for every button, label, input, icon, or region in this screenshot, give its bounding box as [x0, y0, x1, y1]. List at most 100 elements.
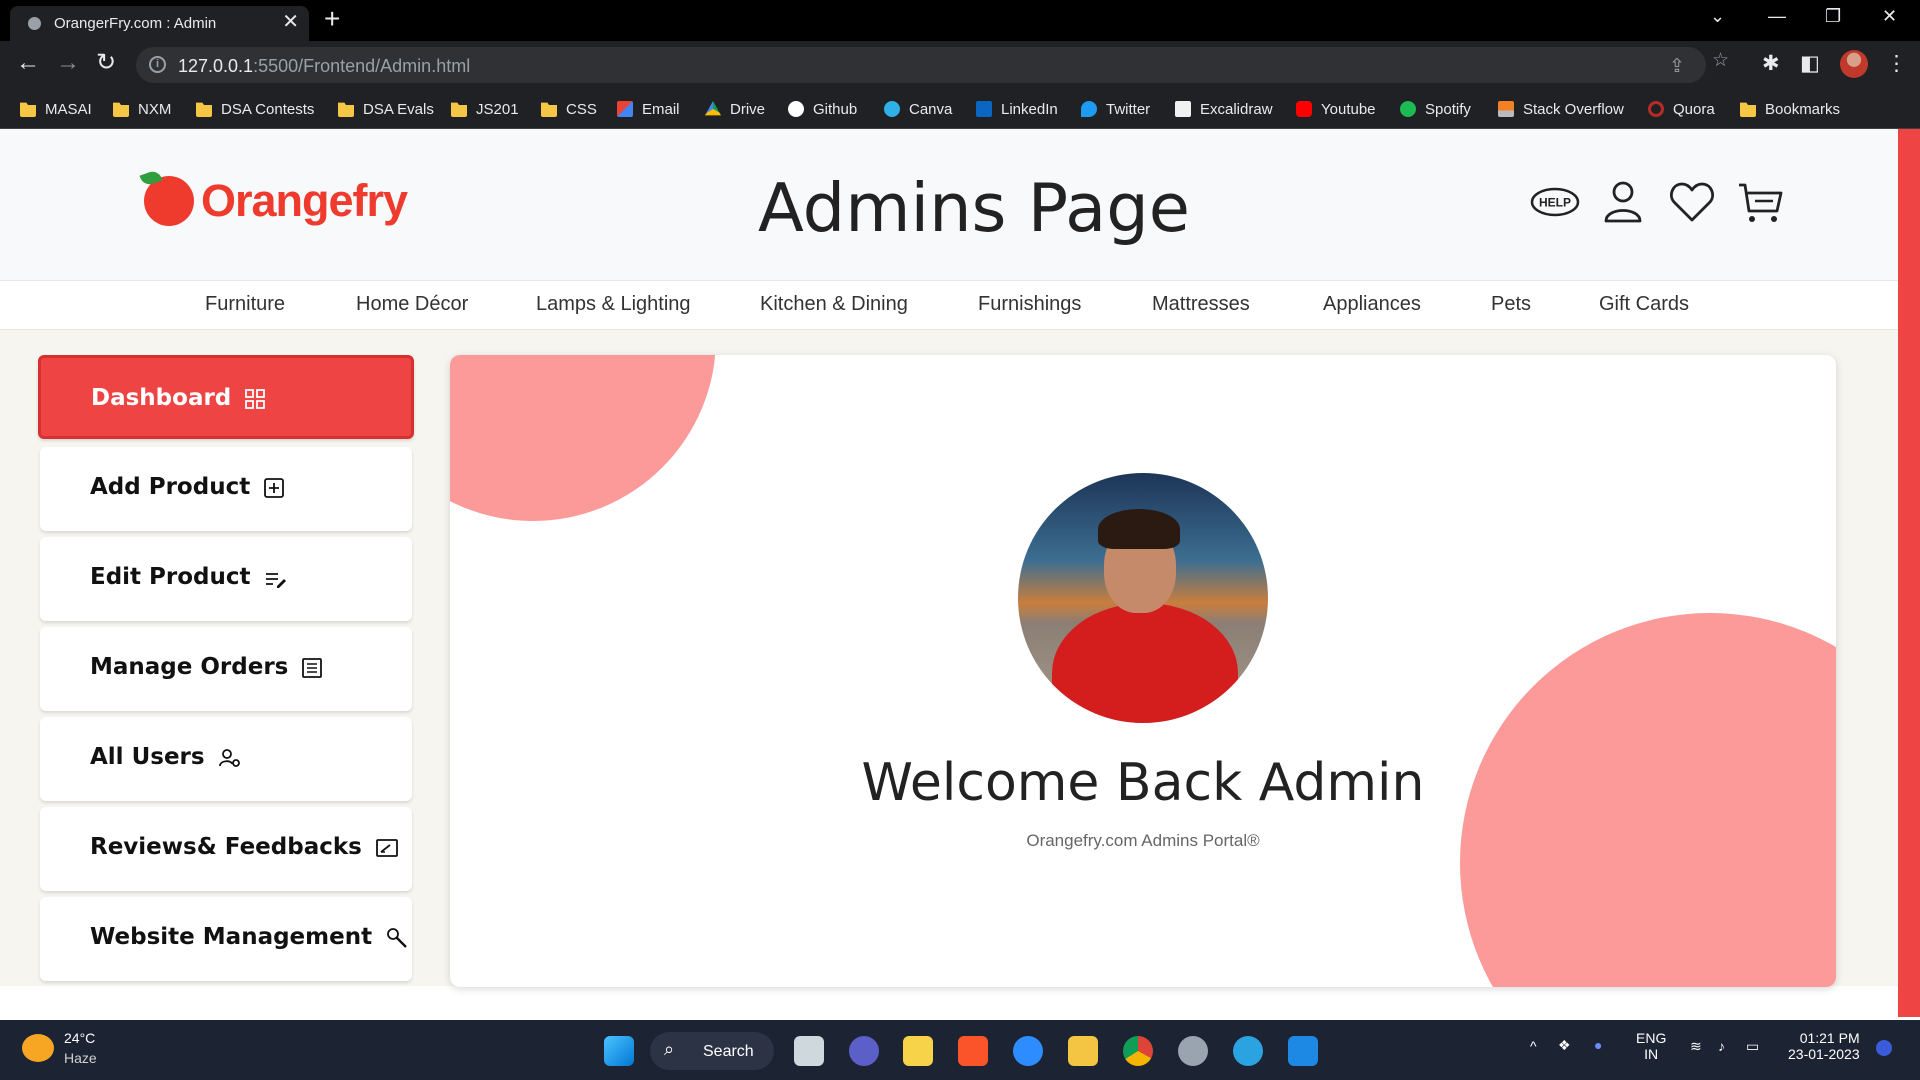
help-label: HELP — [1539, 196, 1571, 210]
volume-icon[interactable]: ♪ — [1718, 1038, 1725, 1054]
sidebar-item-edit-product[interactable]: Edit Product — [40, 537, 412, 621]
nav-kitchen-dining[interactable]: Kitchen & Dining — [760, 293, 908, 316]
tab-title: OrangerFry.com : Admin — [54, 15, 217, 32]
share-icon[interactable]: ⇪ — [1669, 55, 1685, 78]
weather-icon[interactable] — [22, 1034, 54, 1062]
avatar-hair — [1098, 509, 1180, 549]
tray-overflow-icon[interactable]: ^ — [1530, 1038, 1537, 1054]
extensions-icon[interactable]: ✱ — [1762, 51, 1780, 76]
notification-icon[interactable] — [1876, 1040, 1892, 1056]
bookmark-star-icon[interactable]: ☆ — [1712, 49, 1729, 72]
minimize-button[interactable]: — — [1768, 6, 1786, 27]
forward-button[interactable]: → — [56, 51, 80, 75]
close-window-button[interactable]: ✕ — [1882, 6, 1897, 27]
sidebar-item-all-users[interactable]: All Users — [40, 717, 412, 801]
language-indicator[interactable]: ENG IN — [1636, 1030, 1666, 1062]
nav-home-decor[interactable]: Home Décor — [356, 293, 468, 316]
sidebar-item-manage-orders[interactable]: Manage Orders — [40, 627, 412, 711]
address-bar[interactable]: i 127.0.0.1:5500/Frontend/Admin.html ⇪ — [136, 47, 1706, 83]
bookmark-masai[interactable]: MASAI — [20, 98, 92, 120]
bookmark-dsa-evals[interactable]: DSA Evals — [338, 98, 434, 120]
clock[interactable]: 01:21 PM 23-01-2023 — [1788, 1030, 1860, 1062]
sidebar-item-label: Add Product — [90, 474, 251, 500]
bookmark-js201[interactable]: JS201 — [451, 98, 519, 120]
back-button[interactable]: ← — [16, 51, 40, 75]
bookmark-youtube[interactable]: Youtube — [1296, 98, 1376, 120]
browser-tab[interactable]: OrangerFry.com : Admin ✕ — [10, 6, 309, 41]
nav-furnishings[interactable]: Furnishings — [978, 293, 1081, 316]
new-tab-button[interactable]: + — [324, 5, 340, 33]
task-view-icon[interactable] — [794, 1036, 824, 1066]
bookmark-css[interactable]: CSS — [541, 98, 597, 120]
settings-gear-icon[interactable] — [1178, 1036, 1208, 1066]
close-tab-icon[interactable]: ✕ — [282, 12, 299, 32]
sidebar-item-website-management[interactable]: Website Management — [40, 897, 412, 981]
list-icon — [302, 657, 323, 678]
sticky-notes-icon[interactable] — [903, 1036, 933, 1066]
nav-appliances[interactable]: Appliances — [1323, 293, 1421, 316]
weather-temperature[interactable]: 24°C — [64, 1030, 95, 1046]
dropbox-icon[interactable]: ❖ — [1558, 1037, 1571, 1054]
bookmark-excalidraw[interactable]: Excalidraw — [1175, 98, 1273, 120]
url-text[interactable]: 127.0.0.1:5500/Frontend/Admin.html — [178, 56, 470, 77]
bookmark-linkedin[interactable]: LinkedIn — [976, 98, 1058, 120]
bookmark-nxm[interactable]: NXM — [113, 98, 171, 120]
bookmark-drive[interactable]: Drive — [705, 98, 765, 120]
sidebar-item-add-product[interactable]: Add Product — [40, 447, 412, 531]
bookmark-dsa-contests[interactable]: DSA Contests — [196, 98, 314, 120]
zoom-icon[interactable] — [1013, 1036, 1043, 1066]
help-icon[interactable]: HELP — [1530, 177, 1580, 227]
youtube-icon — [1296, 101, 1312, 117]
sidebar-item-reviews-feedbacks[interactable]: Reviews& Feedbacks — [40, 807, 412, 891]
microphone-icon[interactable]: ● — [1594, 1037, 1602, 1053]
search-label: Search — [703, 1043, 754, 1060]
bookmark-spotify[interactable]: Spotify — [1400, 98, 1471, 120]
nav-lamps-lighting[interactable]: Lamps & Lighting — [536, 293, 691, 316]
side-panel-icon[interactable]: ◧ — [1800, 51, 1820, 76]
search-icon: ⌕ — [664, 1039, 675, 1059]
profile-avatar[interactable] — [1840, 50, 1868, 78]
excalidraw-icon — [1175, 101, 1191, 117]
bookmark-email[interactable]: Email — [617, 98, 680, 120]
telegram-icon[interactable] — [1233, 1036, 1263, 1066]
site-header: Orangefry Admins Page HELP — [0, 129, 1898, 280]
bookmark-quora[interactable]: Quora — [1648, 98, 1715, 120]
nav-gift-cards[interactable]: Gift Cards — [1599, 293, 1689, 316]
weather-condition[interactable]: Haze — [64, 1050, 97, 1066]
grid-icon — [245, 388, 266, 409]
battery-icon[interactable]: ▭ — [1746, 1038, 1759, 1055]
bookmark-bookmarks[interactable]: Bookmarks — [1740, 98, 1840, 120]
menu-icon[interactable]: ⋮ — [1886, 51, 1907, 76]
bookmark-stack-overflow[interactable]: Stack Overflow — [1498, 98, 1624, 120]
vscode-icon[interactable] — [1288, 1036, 1318, 1066]
sidebar-item-label: Manage Orders — [90, 654, 289, 680]
file-explorer-icon[interactable] — [1068, 1036, 1098, 1066]
tab-search-icon[interactable]: ⌄ — [1710, 6, 1725, 27]
site-info-icon[interactable]: i — [149, 56, 166, 73]
taskbar-search[interactable]: ⌕ Search — [650, 1032, 774, 1070]
chrome-icon[interactable] — [1123, 1036, 1153, 1066]
wifi-icon[interactable]: ≋ — [1690, 1038, 1702, 1055]
sidebar-item-dashboard[interactable]: Dashboard — [38, 355, 414, 439]
folder-icon — [113, 102, 129, 117]
nav-pets[interactable]: Pets — [1491, 293, 1531, 316]
nav-furniture[interactable]: Furniture — [205, 293, 285, 316]
wishlist-heart-icon[interactable] — [1667, 177, 1717, 227]
start-icon[interactable] — [604, 1036, 634, 1066]
restore-button[interactable]: ❐ — [1825, 6, 1841, 27]
spotify-icon — [1400, 101, 1416, 117]
brave-icon[interactable] — [958, 1036, 988, 1066]
teams-chat-icon[interactable] — [849, 1036, 879, 1066]
bookmark-twitter[interactable]: Twitter — [1081, 98, 1150, 120]
reload-button[interactable]: ↻ — [96, 51, 116, 75]
cart-icon[interactable] — [1735, 177, 1785, 227]
bookmark-github[interactable]: Github — [788, 98, 857, 120]
page-viewport: Orangefry Admins Page HELP Furniture Hom… — [0, 129, 1920, 1020]
account-icon[interactable] — [1598, 177, 1648, 227]
avatar-body — [1052, 603, 1238, 723]
clock-time: 01:21 PM — [1799, 1030, 1860, 1046]
sidebar-item-label: Website Management — [90, 924, 373, 950]
nav-mattresses[interactable]: Mattresses — [1152, 293, 1250, 316]
feedback-icon — [375, 838, 398, 857]
bookmark-canva[interactable]: Canva — [884, 98, 952, 120]
